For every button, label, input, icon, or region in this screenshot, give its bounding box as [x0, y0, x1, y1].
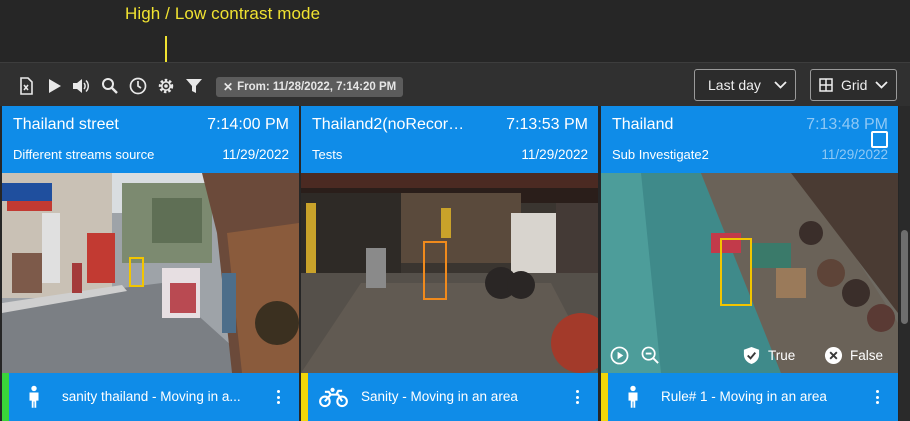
chevron-down-icon — [875, 81, 888, 89]
zoom-out-icon[interactable] — [641, 346, 660, 365]
event-card[interactable]: Thailand street 7:14:00 PM Different str… — [2, 106, 299, 421]
shield-check-icon — [743, 346, 760, 365]
event-date: 11/29/2022 — [521, 147, 588, 162]
time-range-value: Last day — [708, 77, 761, 93]
view-mode-select[interactable]: Grid — [810, 69, 897, 101]
event-time: 7:13:53 PM — [506, 116, 588, 133]
person-icon — [19, 384, 49, 410]
event-card-footer: Rule# 1 - Moving in an area — [601, 373, 898, 421]
search-icon[interactable] — [100, 76, 120, 96]
rule-name: Rule# 1 - Moving in an area — [661, 389, 827, 404]
scrollbar-thumb[interactable] — [901, 230, 908, 324]
filter-icon[interactable] — [184, 76, 204, 96]
event-card-header: Thailand 7:13:48 PM Sub Investigate2 11/… — [601, 106, 898, 173]
camera-name: Thailand2(noRecording) — [312, 116, 472, 133]
person-icon — [618, 384, 648, 410]
event-card-header: Thailand2(noRecording) 7:13:53 PM Tests … — [301, 106, 598, 173]
select-checkbox[interactable] — [871, 131, 888, 148]
event-time: 7:14:00 PM — [207, 116, 289, 133]
time-range-select[interactable]: Last day — [694, 69, 796, 101]
camera-name: Thailand — [612, 116, 674, 133]
event-card[interactable]: Thailand2(noRecording) 7:13:53 PM Tests … — [301, 106, 598, 421]
event-snapshot[interactable] — [301, 173, 598, 373]
volume-icon[interactable] — [71, 76, 91, 96]
more-options-icon[interactable] — [873, 388, 881, 406]
severity-stripe — [601, 373, 608, 421]
mark-true-button[interactable]: True — [742, 346, 795, 365]
export-excel-icon[interactable] — [16, 76, 36, 96]
events-view: High / Low contrast mode ✕ From: 11/28/2… — [0, 0, 910, 421]
night-street-scene-image — [301, 173, 598, 373]
scrollbar[interactable] — [899, 106, 910, 421]
more-options-icon[interactable] — [573, 388, 581, 406]
remove-filter-icon[interactable]: ✕ — [223, 80, 233, 94]
event-snapshot[interactable]: True False — [601, 173, 898, 373]
contrast-settings-icon[interactable] — [156, 76, 176, 96]
event-card-footer: Sanity - Moving in an area — [301, 373, 598, 421]
detection-box — [129, 257, 144, 287]
event-date: 11/29/2022 — [222, 147, 289, 162]
circle-x-icon — [824, 346, 843, 365]
date-filter-chip[interactable]: ✕ From: 11/28/2022, 7:14:20 PM — [216, 77, 404, 97]
mark-false-label: False — [850, 348, 884, 363]
event-snapshot[interactable] — [2, 173, 299, 373]
contrast-mode-annotation: High / Low contrast mode — [125, 4, 321, 23]
event-card-header: Thailand street 7:14:00 PM Different str… — [2, 106, 299, 173]
snapshot-controls: True False — [601, 340, 898, 373]
event-card-footer: sanity thailand - Moving in a... — [2, 373, 299, 421]
mark-false-button[interactable]: False — [824, 346, 883, 365]
rule-name: Sanity - Moving in an area — [361, 389, 518, 404]
detection-box — [720, 238, 752, 306]
severity-stripe — [2, 373, 9, 421]
more-options-icon[interactable] — [274, 388, 282, 406]
event-card[interactable]: Thailand 7:13:48 PM Sub Investigate2 11/… — [601, 106, 898, 421]
detection-box — [423, 241, 447, 300]
play-icon[interactable] — [44, 76, 64, 96]
toolbar: ✕ From: 11/28/2022, 7:14:20 PM Last day … — [0, 62, 910, 106]
source-name: Tests — [312, 147, 343, 162]
source-name: Different streams source — [13, 147, 155, 162]
camera-name: Thailand street — [13, 116, 119, 133]
severity-stripe — [301, 373, 308, 421]
grid-icon — [819, 78, 833, 92]
date-filter-label: From: 11/28/2022, 7:14:20 PM — [237, 81, 397, 93]
chevron-down-icon — [774, 81, 787, 89]
view-mode-value: Grid — [841, 77, 868, 93]
source-name: Sub Investigate2 — [612, 147, 709, 162]
mark-true-label: True — [768, 348, 796, 363]
event-date: 11/29/2022 — [821, 147, 888, 162]
motorcycle-icon — [318, 384, 348, 410]
street-scene-image — [2, 173, 299, 373]
clock-icon[interactable] — [128, 76, 148, 96]
play-clip-icon[interactable] — [610, 346, 629, 365]
rule-name: sanity thailand - Moving in a... — [62, 389, 241, 404]
